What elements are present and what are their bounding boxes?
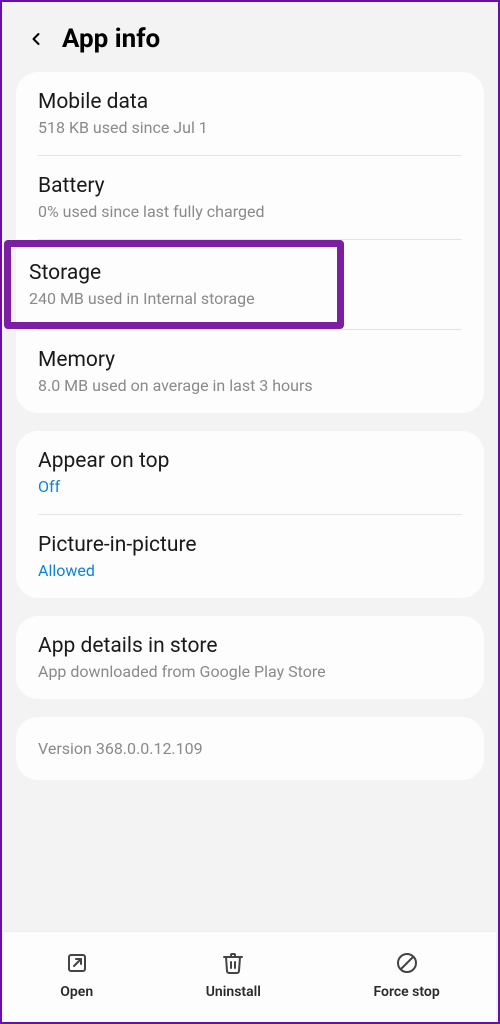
battery-item[interactable]: Battery 0% used since last fully charged [16, 156, 484, 239]
header-bar: App info [2, 2, 498, 72]
storage-sub: 240 MB used in Internal storage [29, 289, 319, 308]
memory-title: Memory [38, 348, 462, 372]
memory-sub: 8.0 MB used on average in last 3 hours [38, 376, 462, 395]
prohibit-icon [394, 950, 420, 976]
appear-on-top-item[interactable]: Appear on top Off [16, 431, 484, 514]
uninstall-button[interactable]: Uninstall [206, 950, 261, 1000]
mobile-data-title: Mobile data [38, 90, 462, 114]
version-card: Version 368.0.0.12.109 [16, 717, 484, 780]
force-stop-button[interactable]: Force stop [373, 950, 439, 1000]
appear-title: Appear on top [38, 449, 462, 473]
mobile-data-sub: 518 KB used since Jul 1 [38, 118, 462, 137]
storage-title: Storage [29, 261, 319, 285]
usage-card: Mobile data 518 KB used since Jul 1 Batt… [16, 72, 484, 413]
open-label: Open [60, 984, 93, 1000]
display-card: Appear on top Off Picture-in-picture All… [16, 431, 484, 598]
mobile-data-item[interactable]: Mobile data 518 KB used since Jul 1 [16, 72, 484, 155]
memory-item[interactable]: Memory 8.0 MB used on average in last 3 … [16, 330, 484, 413]
battery-sub: 0% used since last fully charged [38, 202, 462, 221]
pip-title: Picture-in-picture [38, 533, 462, 557]
back-icon[interactable] [26, 29, 46, 49]
page-title: App info [62, 24, 160, 54]
bottom-action-bar: Open Uninstall Force stop [4, 931, 496, 1022]
uninstall-label: Uninstall [206, 984, 261, 1000]
appear-status: Off [38, 477, 462, 496]
store-card: App details in store App downloaded from… [16, 616, 484, 699]
open-button[interactable]: Open [60, 950, 93, 1000]
force-stop-label: Force stop [373, 984, 439, 1000]
details-title: App details in store [38, 634, 462, 658]
pip-status: Allowed [38, 561, 462, 580]
trash-icon [220, 950, 246, 976]
battery-title: Battery [38, 174, 462, 198]
app-details-item[interactable]: App details in store App downloaded from… [16, 616, 484, 699]
details-sub: App downloaded from Google Play Store [38, 662, 462, 681]
pip-item[interactable]: Picture-in-picture Allowed [16, 515, 484, 598]
open-icon [64, 950, 90, 976]
storage-item[interactable]: Storage 240 MB used in Internal storage [4, 240, 344, 329]
version-text: Version 368.0.0.12.109 [38, 739, 462, 758]
